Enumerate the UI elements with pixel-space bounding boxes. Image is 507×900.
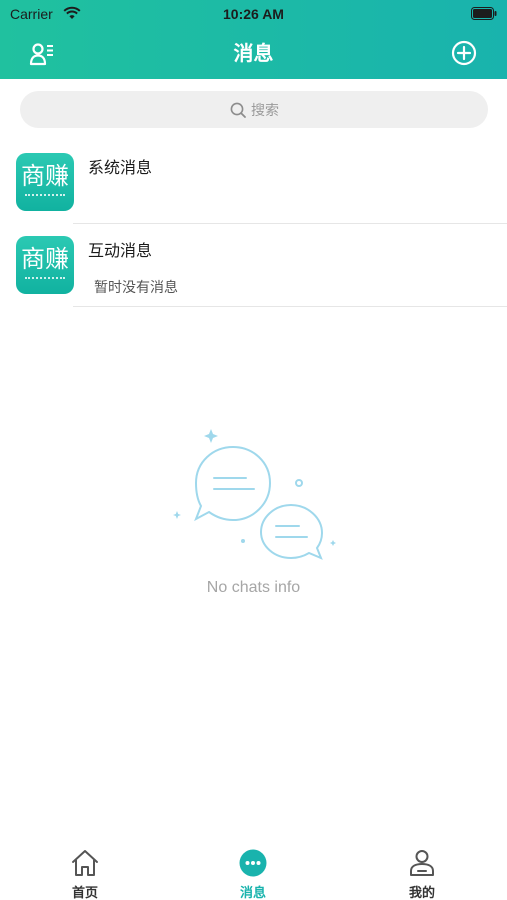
status-time: 10:26 AM: [223, 6, 284, 22]
avatar-logo-decoration: [25, 277, 65, 279]
tab-mine-label: 我的: [408, 886, 435, 900]
divider: [73, 223, 507, 224]
messages-screen: Carrier 10:26 AM 消息 搜索 商赚 系统消息 商赚 互动消息 暂…: [0, 0, 507, 900]
avatar-logo-decoration: [25, 194, 65, 196]
tab-home-label: 首页: [71, 886, 98, 900]
page-title: 消息: [233, 41, 274, 65]
conversation-title: 互动消息: [88, 241, 153, 260]
tab-home[interactable]: 首页: [35, 846, 135, 900]
conversation-title: 系统消息: [88, 158, 153, 177]
tab-messages[interactable]: 消息: [203, 846, 303, 900]
search-input[interactable]: 搜索: [20, 91, 488, 128]
header: Carrier 10:26 AM 消息: [0, 0, 507, 79]
tab-mine[interactable]: 我的: [372, 846, 472, 900]
home-icon: [72, 850, 98, 876]
avatar-logo-text: 商赚: [21, 162, 69, 190]
divider: [73, 306, 507, 307]
tab-messages-label: 消息: [239, 886, 266, 900]
add-circle-icon[interactable]: [451, 40, 477, 66]
empty-state-text: No chats info: [206, 579, 301, 596]
list-item-system-messages[interactable]: 商赚 系统消息: [0, 142, 507, 224]
search-placeholder: 搜索: [251, 102, 279, 119]
avatar: 商赚: [16, 236, 74, 294]
status-bar: Carrier 10:26 AM: [0, 0, 507, 30]
nav-bar: 消息: [0, 30, 507, 79]
conversation-preview: 暂时没有消息: [94, 280, 178, 296]
search-content: 搜索: [20, 91, 488, 128]
message-dots-icon: [239, 849, 267, 877]
chat-bubbles-icon: [173, 429, 336, 560]
search-icon: [230, 102, 246, 118]
tab-bar: 首页 消息 我的: [0, 838, 507, 900]
avatar-logo-text: 商赚: [21, 245, 69, 273]
user-icon: [410, 850, 434, 876]
battery-icon: [471, 7, 497, 20]
list-item-interaction-messages[interactable]: 商赚 互动消息 暂时没有消息: [0, 225, 507, 307]
avatar: 商赚: [16, 153, 74, 211]
